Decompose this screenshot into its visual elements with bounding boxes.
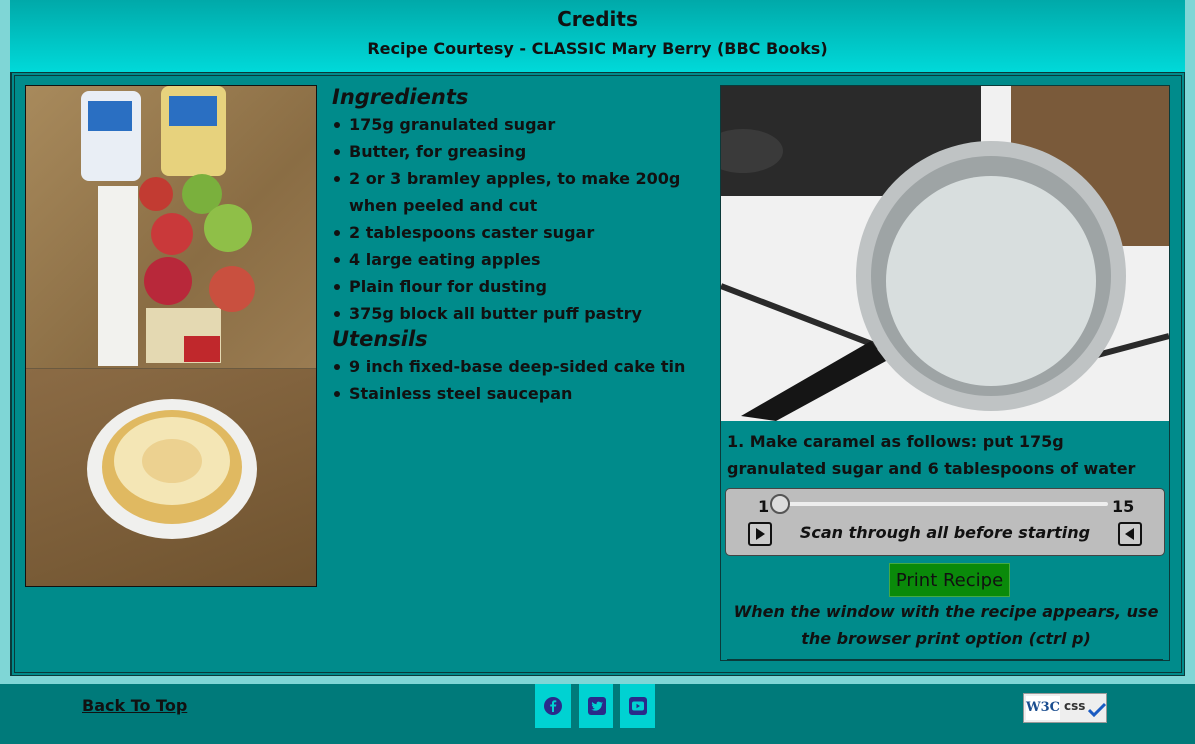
css-label: css <box>1064 699 1086 713</box>
ingredients-section: Ingredients 175g granulated sugar Butter… <box>332 85 717 407</box>
step-photo <box>721 86 1169 421</box>
utensil-item: Stainless steel saucepan <box>332 380 717 407</box>
next-step-button[interactable] <box>748 522 772 546</box>
utensils-list: 9 inch fixed-base deep-sided cake tin St… <box>332 353 717 407</box>
facebook-icon <box>544 697 562 715</box>
ingredient-item: 2 or 3 bramley apples, to make 200g when… <box>332 165 717 219</box>
twitter-button[interactable] <box>579 684 613 728</box>
ingredient-item: 2 tablespoons caster sugar <box>332 219 717 246</box>
reverse-icon <box>1125 528 1134 540</box>
method-step-panel: 1. Make caramel as follows: put 175g gra… <box>720 85 1170 661</box>
play-icon <box>756 528 765 540</box>
recipe-main: Ingredients 175g granulated sugar Butter… <box>10 72 1185 676</box>
facebook-button[interactable] <box>535 684 571 728</box>
ingredients-photo <box>26 86 316 368</box>
recipe-photos <box>25 85 317 587</box>
prev-step-button[interactable] <box>1118 522 1142 546</box>
utensil-item: 9 inch fixed-base deep-sided cake tin <box>332 353 717 380</box>
finished-tart-photo <box>26 369 316 586</box>
ingredient-item: 175g granulated sugar <box>332 111 717 138</box>
page-footer: Back To Top W3C css <box>0 684 1195 744</box>
scan-hint: Scan through all before starting <box>799 523 1091 542</box>
print-instructions: When the window with the recipe appears,… <box>733 602 1159 648</box>
print-recipe-button[interactable]: Print Recipe <box>889 563 1010 597</box>
slider-min-label: 1 <box>758 497 770 516</box>
ingredient-item: 375g block all butter puff pastry <box>332 300 717 327</box>
page-header: Credits Recipe Courtesy - CLASSIC Mary B… <box>10 0 1185 72</box>
w3c-logo: W3C <box>1026 696 1060 720</box>
page-title: Credits <box>557 7 638 31</box>
step-navigator: 1 15 Scan through all before starting <box>725 488 1165 556</box>
back-to-top-link[interactable]: Back To Top <box>82 696 187 715</box>
youtube-icon <box>629 697 647 715</box>
utensils-heading: Utensils <box>332 327 428 351</box>
w3c-css-badge[interactable]: W3C css <box>1023 693 1107 723</box>
twitter-icon <box>588 697 606 715</box>
step-slider[interactable] <box>774 502 1108 506</box>
recipe-credit: Recipe Courtesy - CLASSIC Mary Berry (BB… <box>367 39 828 58</box>
ingredients-list: 175g granulated sugar Butter, for greasi… <box>332 111 717 327</box>
ingredient-item: Butter, for greasing <box>332 138 717 165</box>
ingredients-heading: Ingredients <box>332 85 469 109</box>
step-slider-thumb[interactable] <box>770 494 790 514</box>
checkmark-icon <box>1088 702 1106 718</box>
youtube-button[interactable] <box>620 684 655 728</box>
divider <box>727 659 1163 660</box>
ingredient-item: 4 large eating apples <box>332 246 717 273</box>
ingredient-item: Plain flour for dusting <box>332 273 717 300</box>
slider-max-label: 15 <box>1112 497 1135 516</box>
